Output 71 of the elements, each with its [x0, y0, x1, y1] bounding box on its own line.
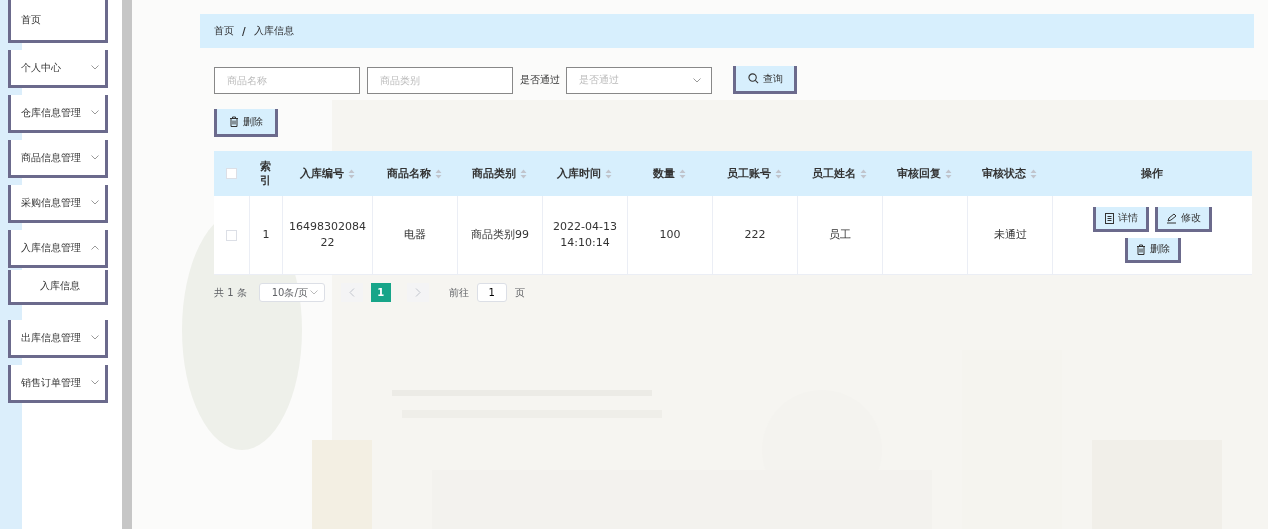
sort-icon[interactable] — [860, 168, 867, 179]
checkbox[interactable] — [226, 229, 237, 241]
sidebar-item[interactable]: 商品信息管理 — [8, 140, 108, 178]
search-icon — [747, 73, 759, 84]
column-header: 索引 — [259, 160, 272, 187]
sidebar-subitem[interactable]: 入库信息 — [8, 270, 108, 305]
chevron-icon — [91, 65, 99, 70]
column-header: 审核状态 — [982, 166, 1026, 181]
total-count: 共 1 条 — [214, 285, 247, 300]
table-cell: 商品类别99 — [457, 196, 542, 274]
table-cell: 1 — [249, 196, 282, 274]
sidebar-item[interactable]: 采购信息管理 — [8, 185, 108, 223]
goto-label: 前往 — [448, 285, 469, 300]
page-suffix: 页 — [514, 285, 525, 300]
column-header: 数量 — [653, 166, 675, 181]
sort-icon[interactable] — [347, 168, 355, 179]
breadcrumb-item: 入库信息 — [253, 24, 294, 38]
table-cell: 100 — [627, 196, 712, 274]
sidebar-item[interactable]: 首页 — [8, 0, 108, 43]
pencil-icon — [1166, 212, 1177, 224]
checkbox[interactable] — [226, 168, 237, 179]
chevron-icon — [91, 200, 99, 205]
table-cell: 2022-04-13 14:10:14 — [542, 196, 627, 274]
table-cell: 1649830208422 — [282, 196, 372, 274]
breadcrumb-item[interactable]: 首页 — [214, 24, 234, 38]
sort-icon[interactable] — [520, 168, 527, 179]
sidebar-item[interactable]: 入库信息管理 — [8, 230, 108, 268]
table-cell: 电器 — [372, 196, 457, 274]
chevron-icon[interactable] — [693, 77, 701, 83]
sidebar-item[interactable]: 出库信息管理 — [8, 320, 108, 358]
trash-icon — [229, 116, 239, 127]
table-cell: 222 — [712, 196, 797, 274]
column-header: 操作 — [1141, 166, 1163, 181]
chevron-icon — [91, 110, 99, 115]
column-header: 商品类别 — [472, 166, 516, 181]
sort-icon[interactable] — [435, 168, 442, 179]
detail-button[interactable]: 详情 — [1093, 207, 1149, 232]
delete-button[interactable]: 删除 — [1124, 238, 1181, 263]
sort-icon[interactable] — [945, 168, 952, 179]
column-header: 审核回复 — [897, 166, 941, 181]
column-header: 入库编号 — [299, 166, 344, 181]
sort-icon[interactable] — [679, 168, 686, 179]
column-header: 入库时间 — [557, 166, 601, 181]
chevron-right-icon — [414, 288, 421, 297]
chevron-icon — [91, 155, 99, 160]
page-size-select[interactable]: 10条/页 — [258, 283, 325, 302]
breadcrumb-separator: / — [242, 25, 246, 37]
document-icon — [1104, 212, 1114, 224]
edit-button[interactable]: 修改 — [1155, 207, 1212, 232]
sort-icon[interactable] — [1030, 168, 1037, 179]
chevron-icon — [91, 335, 99, 340]
sidebar-item[interactable]: 仓库信息管理 — [8, 95, 108, 133]
chevron-icon — [309, 290, 318, 295]
chevron-icon — [91, 380, 99, 385]
chevron-left-icon — [348, 288, 355, 297]
column-header: 商品名称 — [387, 166, 431, 181]
chevron-icon — [91, 245, 99, 250]
sort-icon[interactable] — [775, 168, 782, 179]
table-cell: 员工 — [797, 196, 882, 274]
scrollbar[interactable] — [122, 0, 132, 529]
field-label: 是否通过 — [520, 73, 560, 87]
page-input[interactable]: 1 — [476, 283, 507, 302]
sidebar-item[interactable]: 销售订单管理 — [8, 365, 108, 403]
column-header: 员工账号 — [727, 166, 771, 181]
delete-button[interactable]: 删除 — [214, 109, 278, 137]
trash-icon — [1135, 243, 1146, 255]
search-button[interactable]: 查询 — [733, 66, 797, 94]
sidebar-item[interactable]: 个人中心 — [8, 50, 108, 88]
column-header: 员工姓名 — [812, 166, 856, 181]
table-cell: 未通过 — [967, 196, 1052, 274]
sort-icon[interactable] — [605, 168, 612, 179]
